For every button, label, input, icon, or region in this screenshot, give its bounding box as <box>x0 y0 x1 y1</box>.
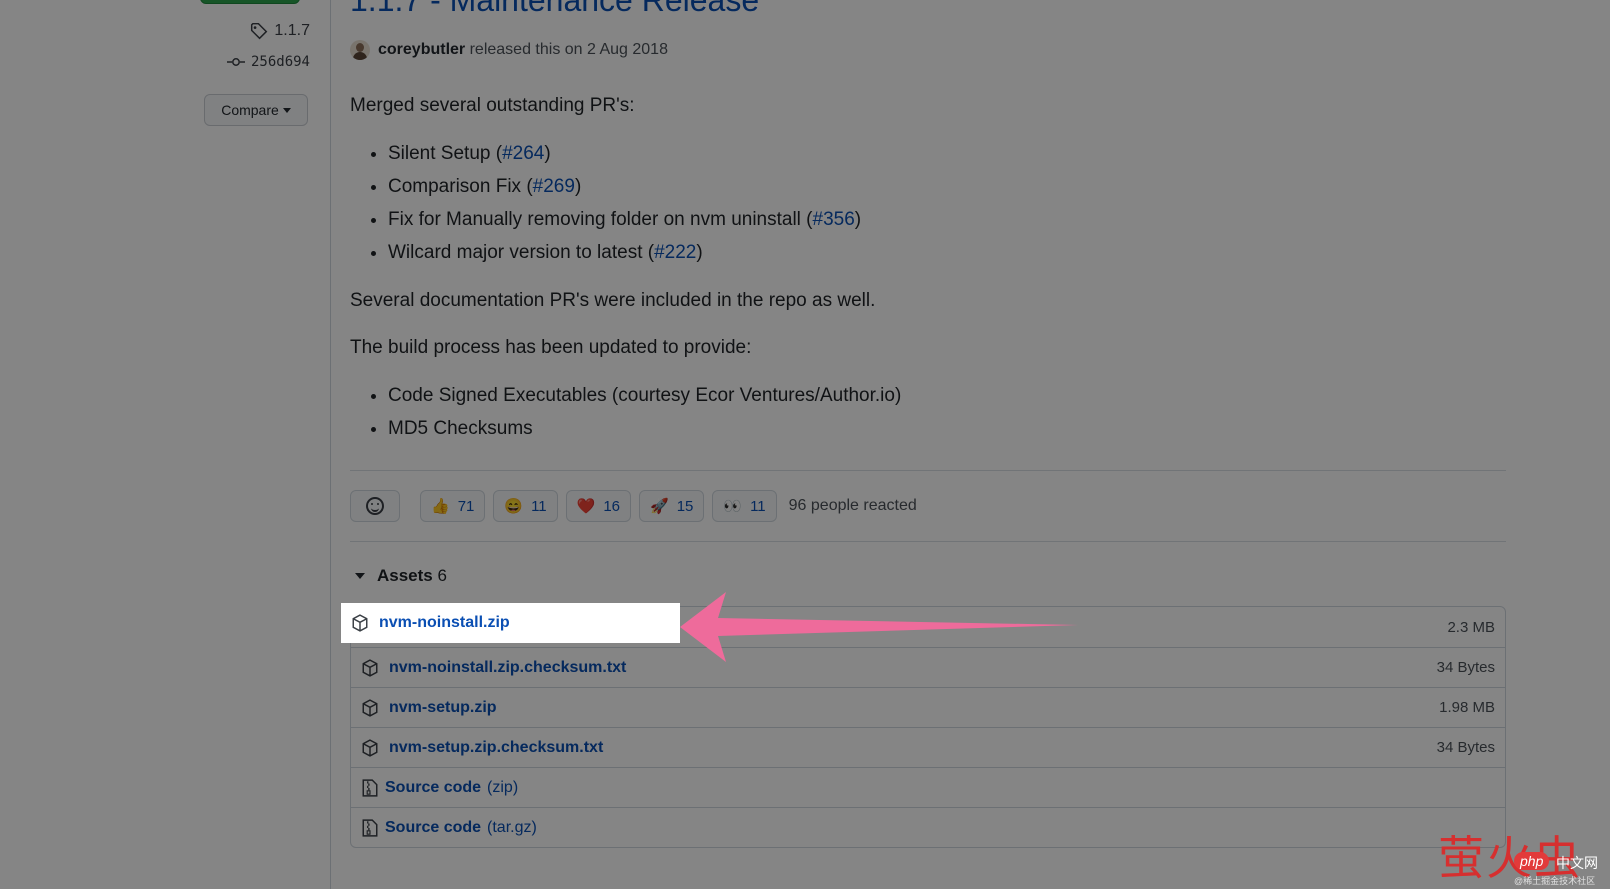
heart-icon: ❤️ <box>576 498 596 515</box>
list-item: Comparison Fix (#269) <box>388 170 861 203</box>
list-item: Code Signed Executables (courtesy Ecor V… <box>388 379 901 412</box>
divider <box>350 541 1506 542</box>
build-list: Code Signed Executables (courtesy Ecor V… <box>350 379 901 445</box>
package-icon <box>351 614 369 632</box>
list-item: Silent Setup (#264) <box>388 137 861 170</box>
caret-down-icon <box>282 107 291 113</box>
reactions-bar: 👍 71 😄 11 ❤️ 16 🚀 15 👀 11 96 people reac… <box>350 490 917 522</box>
file-zip-icon <box>361 818 379 837</box>
avatar[interactable] <box>350 40 370 60</box>
list-item: MD5 Checksums <box>388 412 901 445</box>
thumbs-up-icon: 👍 <box>431 498 450 515</box>
latest-release-badge <box>200 0 300 4</box>
package-icon <box>361 658 379 677</box>
reaction-count: 11 <box>750 497 766 515</box>
tag-label: 1.1.7 <box>274 22 310 39</box>
highlighted-asset[interactable]: nvm-noinstall.zip <box>341 603 680 643</box>
pr-link[interactable]: #356 <box>813 209 855 230</box>
build-intro: The build process has been updated to pr… <box>350 337 752 358</box>
tag-link[interactable]: 1.1.7 <box>250 22 310 40</box>
arrow-annotation-icon <box>680 592 1078 662</box>
released-text: released this on 2 Aug 2018 <box>469 41 668 58</box>
package-icon <box>361 698 379 717</box>
commit-icon <box>226 58 245 66</box>
author-link[interactable]: coreybutler <box>378 41 465 58</box>
reaction-count: 15 <box>676 497 694 515</box>
file-zip-icon <box>361 778 379 797</box>
tag-icon <box>251 22 268 40</box>
package-icon <box>361 738 379 757</box>
source-zip-link[interactable]: Source code (zip) <box>385 779 518 797</box>
release-byline: coreybutler released this on 2 Aug 2018 <box>350 40 668 60</box>
pr-link[interactable]: #264 <box>502 143 544 164</box>
reaction-count: 71 <box>457 497 475 515</box>
assets-toggle[interactable]: Assets 6 <box>350 566 447 586</box>
asset-size: 2.3 MB <box>1447 618 1495 636</box>
list-item: Fix for Manually removing folder on nvm … <box>388 203 861 236</box>
add-reaction-button[interactable] <box>350 490 400 522</box>
reaction-rocket[interactable]: 🚀 15 <box>639 490 705 522</box>
asset-row[interactable]: nvm-setup.zip.checksum.txt 34 Bytes <box>351 727 1505 767</box>
compare-label: Compare <box>221 102 279 118</box>
commit-hash: 256d694 <box>250 54 310 70</box>
asset-link[interactable]: nvm-setup.zip <box>389 699 497 717</box>
release-title[interactable]: 1.1.7 - Maintenance Release <box>350 0 759 19</box>
reaction-smile[interactable]: 😄 11 <box>493 490 558 522</box>
watermark-sub: @稀土掘金技术社区 <box>1514 876 1596 886</box>
reaction-summary: 96 people reacted <box>788 497 917 514</box>
pr-link[interactable]: #269 <box>533 176 575 197</box>
divider <box>350 470 1506 471</box>
reaction-heart[interactable]: ❤️ 16 <box>565 490 632 522</box>
source-targz-link[interactable]: Source code (tar.gz) <box>385 819 537 837</box>
asset-link[interactable]: nvm-setup.zip.checksum.txt <box>389 739 603 757</box>
release-sidebar: 1.1.7 256d694 Compare <box>0 0 331 889</box>
watermark: 萤火虫 php 中文网 @稀土掘金技术社区 <box>1438 822 1608 888</box>
commit-link[interactable]: 256d694 <box>226 54 310 70</box>
eyes-icon: 👀 <box>723 498 743 515</box>
asset-row[interactable]: Source code (tar.gz) <box>351 807 1505 847</box>
asset-size: 1.98 MB <box>1439 699 1495 716</box>
notes-intro: Merged several outstanding PR's: <box>350 95 635 116</box>
asset-row[interactable]: nvm-setup.zip 1.98 MB <box>351 687 1505 727</box>
asset-size: 34 Bytes <box>1436 659 1495 676</box>
asset-size: 34 Bytes <box>1436 739 1495 756</box>
list-item: Wilcard major version to latest (#222) <box>388 236 861 269</box>
highlighted-asset-link[interactable]: nvm-noinstall.zip <box>379 614 510 632</box>
pr-list: Silent Setup (#264) Comparison Fix (#269… <box>350 137 861 269</box>
assets-label: Assets <box>377 566 433 585</box>
watermark-php: php <box>1514 852 1550 870</box>
triangle-down-icon <box>355 573 365 579</box>
rocket-icon: 🚀 <box>650 498 669 515</box>
asset-row[interactable]: Source code (zip) <box>351 767 1505 807</box>
compare-button[interactable]: Compare <box>204 94 308 126</box>
smiley-icon <box>366 497 384 515</box>
reaction-thumbs-up[interactable]: 👍 71 <box>420 490 486 522</box>
reaction-count: 11 <box>531 497 547 515</box>
assets-count: 6 <box>437 566 447 585</box>
reaction-count: 16 <box>603 497 621 515</box>
asset-link[interactable]: nvm-noinstall.zip.checksum.txt <box>389 659 626 677</box>
smile-icon: 😄 <box>504 498 524 515</box>
pr-link[interactable]: #222 <box>654 242 696 263</box>
reaction-eyes[interactable]: 👀 11 <box>712 490 777 522</box>
docs-line: Several documentation PR's were included… <box>350 290 876 311</box>
watermark-cn: 中文网 <box>1556 855 1598 871</box>
